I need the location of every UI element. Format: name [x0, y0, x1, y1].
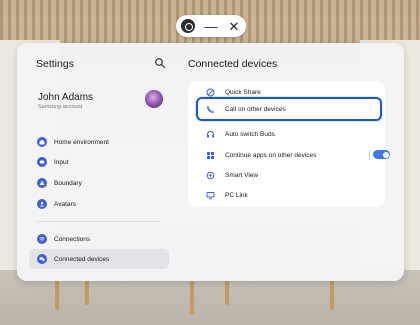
boundary-icon [37, 178, 47, 188]
home-icon [37, 137, 47, 147]
row-label: PC Link [225, 191, 248, 199]
sidebar-item-label: Avatars [54, 200, 76, 208]
row-label: Smart View [225, 171, 259, 179]
continue-apps-toggle[interactable] [373, 150, 390, 159]
sidebar-item-label: Input [54, 158, 69, 166]
call-icon [206, 105, 215, 114]
list-item-smart-view[interactable]: Smart View [188, 165, 385, 185]
smart-view-icon [206, 171, 215, 180]
wifi-icon [37, 234, 47, 244]
settings-window: Settings John Adams Samsung account Home… [17, 43, 404, 281]
profile-subtitle: Samsung account [38, 104, 83, 110]
profile-name[interactable]: John Adams [38, 92, 93, 103]
row-label: Call on other devices [225, 105, 286, 113]
sidebar-item-boundary[interactable]: Boundary [29, 173, 169, 193]
row-label: Auto switch Buds [225, 130, 275, 138]
sidebar-item-label: Home environment [54, 138, 109, 146]
sidebar-item-avatars[interactable]: Avatars [29, 194, 169, 214]
table-leg [55, 280, 59, 310]
sidebar-title: Settings [36, 58, 74, 70]
toggle-separator [369, 150, 370, 160]
connected-devices-icon [37, 254, 47, 264]
sidebar-item-label: Boundary [54, 179, 82, 187]
page-title: Connected devices [188, 58, 278, 70]
main-content: Connected devices Quick Share Call on ot… [177, 43, 404, 281]
table-leg [330, 280, 334, 310]
sidebar-item-connections[interactable]: Connections [29, 229, 169, 249]
move-handle-icon[interactable] [181, 19, 195, 33]
table-leg [85, 280, 89, 305]
continue-apps-icon [206, 151, 215, 160]
table-leg [225, 280, 229, 305]
sidebar-item-label: Connections [54, 235, 91, 243]
sidebar-item-input[interactable]: Input [29, 152, 169, 172]
avatar[interactable] [145, 90, 163, 108]
sidebar-divider [37, 221, 160, 222]
avatar-icon [37, 199, 47, 209]
row-label: Quick Share [225, 88, 261, 96]
search-icon[interactable] [154, 57, 166, 69]
input-icon [37, 157, 47, 167]
sidebar-item-home-environment[interactable]: Home environment [29, 132, 169, 152]
minimize-button[interactable]: — [204, 20, 218, 33]
sidebar: Settings John Adams Samsung account Home… [17, 43, 177, 281]
list-item-auto-switch-buds[interactable]: Auto switch Buds [188, 124, 385, 144]
quick-share-icon [206, 88, 215, 97]
list-item-call-on-other-devices[interactable]: Call on other devices [196, 97, 382, 121]
settings-card: Quick Share Call on other devices Auto s… [188, 81, 390, 207]
buds-icon [206, 130, 215, 139]
table-leg [190, 280, 194, 315]
list-item-continue-apps[interactable]: Continue apps on other devices [188, 145, 390, 165]
close-button[interactable]: ✕ [227, 20, 241, 33]
window-control-bar: — ✕ [176, 15, 246, 37]
sidebar-item-connected-devices[interactable]: Connected devices [29, 249, 169, 269]
row-label: Continue apps on other devices [225, 151, 317, 159]
list-item-pc-link[interactable]: PC Link [188, 185, 385, 205]
pc-link-icon [206, 191, 215, 200]
sidebar-item-label: Connected devices [54, 255, 110, 263]
